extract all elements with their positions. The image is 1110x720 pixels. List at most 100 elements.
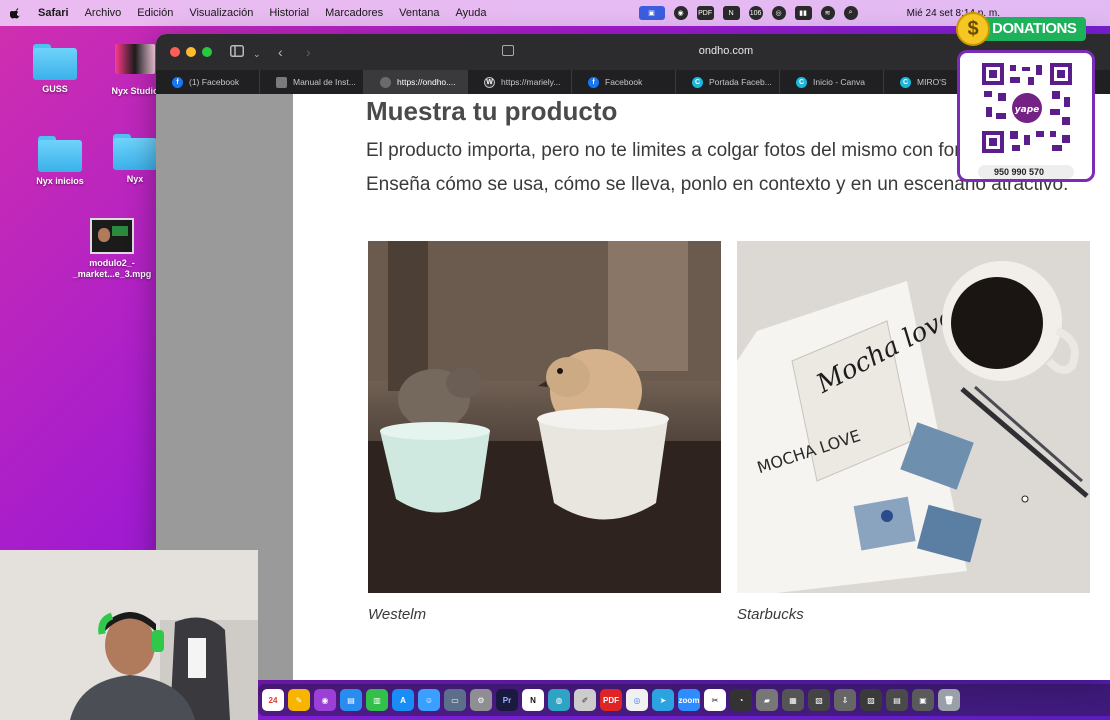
menu-archivo[interactable]: Archivo [85, 7, 122, 19]
menu-bar: Safari Archivo Edición Visualización His… [0, 0, 1110, 26]
image-file-icon [115, 44, 155, 74]
tab-label: Inicio - Canva [813, 77, 865, 87]
donations-banner: DONATIONS $ [956, 12, 1086, 46]
desktop-icon-label: modulo2_-_market...e_3.mpg [72, 258, 152, 279]
dock-zoom-icon[interactable]: zoom [678, 689, 700, 711]
tab-facebook-1[interactable]: f (1) Facebook [156, 70, 260, 94]
pdf-status-icon[interactable]: PDF [696, 6, 714, 20]
close-window-button[interactable] [170, 47, 180, 57]
video-thumbnail-icon [90, 218, 134, 254]
dock-textedit-icon[interactable]: ✐ [574, 689, 596, 711]
dock-notion-icon[interactable]: N [522, 689, 544, 711]
tab-label: Portada Faceb... [709, 77, 772, 87]
screen-recording-icon[interactable]: ▣ [638, 6, 665, 20]
notification-badge[interactable]: 106 [748, 6, 763, 20]
tab-manual[interactable]: Manual de Inst... [260, 70, 364, 94]
back-button-chevron-left-icon[interactable]: ‹ [278, 43, 283, 61]
dock-app-store-icon[interactable]: A [392, 689, 414, 711]
menu-ventana[interactable]: Ventana [399, 7, 439, 19]
zoom-window-button[interactable] [202, 47, 212, 57]
tab-label: Facebook [605, 77, 643, 87]
menu-ayuda[interactable]: Ayuda [456, 7, 487, 19]
article-heading: Muestra tu producto [366, 96, 618, 126]
tab-label: MIRO'S [917, 77, 947, 87]
dock-browser-icon[interactable]: ◍ [548, 689, 570, 711]
menu-historial[interactable]: Historial [269, 7, 309, 19]
facebook-icon: f [172, 76, 183, 88]
yape-logo-text: yape [1015, 105, 1040, 115]
desktop-folder-guss[interactable]: GUSS [10, 44, 100, 95]
tab-label: Manual de Inst... [293, 77, 356, 87]
wordpress-icon: W [484, 76, 495, 88]
dock-numbers-icon[interactable]: ▥ [366, 689, 388, 711]
notion-status-icon[interactable]: N [722, 6, 740, 20]
menu-app-safari[interactable]: Safari [38, 7, 69, 19]
webcam-overlay [0, 550, 258, 720]
canva-icon: C [900, 76, 911, 88]
product-photo-starbucks: Mocha love MOCHA LOVE [737, 241, 1090, 593]
battery-icon[interactable]: ▮▮ [794, 6, 812, 20]
qr-code-icon: yape [982, 63, 1072, 153]
dock: 24 ✎ ◉ ▤ ▥ A ☺ ▭ ⚙ Pr N ◍ ✐ PDF ◎ ➤ zoom… [258, 684, 1110, 716]
status-area: ▣ ◉ PDF N 106 ◎ ▮▮ ≋ ⌕ Mié 24 set 8:14 p… [638, 0, 1000, 26]
canva-icon: C [692, 76, 703, 88]
dock-settings-gear-icon[interactable]: ⚙ [470, 689, 492, 711]
tab-facebook-2[interactable]: f Facebook [572, 70, 676, 94]
dock-preview-icon[interactable]: ▭ [444, 689, 466, 711]
site-icon [380, 76, 391, 88]
desktop-file-video[interactable]: modulo2_-_market...e_3.mpg [67, 218, 157, 280]
tab-label: https://ondho.... [397, 77, 456, 87]
dock-download-icon[interactable]: ⇩ [834, 689, 856, 711]
minimize-window-button[interactable] [186, 47, 196, 57]
facebook-icon: f [588, 76, 599, 88]
tab-ondho-active[interactable]: https://ondho.... [364, 70, 468, 94]
tab-inicio-canva[interactable]: C Inicio - Canva [780, 70, 884, 94]
tab-group-chevron-down-icon[interactable]: ⌄ [253, 45, 261, 63]
tab-portada-facebook[interactable]: C Portada Faceb... [676, 70, 780, 94]
dock-chrome-icon[interactable]: ◎ [626, 689, 648, 711]
sidebar-toggle-icon[interactable] [230, 45, 244, 57]
airdrop-icon[interactable]: ◎ [771, 6, 786, 20]
menu-edicion[interactable]: Edición [137, 7, 173, 19]
desktop-icon-label: GUSS [42, 84, 68, 94]
forward-button-chevron-right-icon[interactable]: › [306, 43, 311, 61]
dock-files-icon[interactable]: ▦ [782, 689, 804, 711]
tab-mariely[interactable]: W https://mariely... [468, 70, 572, 94]
dock-premiere-icon[interactable]: Pr [496, 689, 518, 711]
dock-activity-monitor-icon[interactable]: ◔ [730, 689, 752, 711]
menu-visualizacion[interactable]: Visualización [189, 7, 253, 19]
chicks-in-bowls-image [368, 241, 721, 593]
wifi-icon[interactable]: ≋ [820, 6, 835, 20]
dock-notes-pencil-icon[interactable]: ✎ [288, 689, 310, 711]
photo-caption-starbucks: Starbucks [737, 606, 804, 623]
dock-window-icon[interactable]: ▣ [912, 689, 934, 711]
dock-keynote-icon[interactable]: ▤ [340, 689, 362, 711]
apple-menu-icon[interactable] [10, 7, 22, 19]
meet-icon[interactable]: ◉ [673, 6, 688, 20]
reader-page-icon[interactable] [502, 45, 514, 56]
notebook-coffee-image: Mocha love MOCHA LOVE [737, 241, 1090, 593]
dock-calendar-icon[interactable]: 24 [262, 689, 284, 711]
folder-icon [33, 44, 77, 80]
address-bar[interactable]: ondho.com [636, 45, 816, 57]
dock-telegram-icon[interactable]: ➤ [652, 689, 674, 711]
dock-document-icon[interactable]: ▤ [886, 689, 908, 711]
dock-screenshot-icon[interactable]: ▨ [860, 689, 882, 711]
spotlight-search-icon[interactable]: ⌕ [843, 6, 858, 20]
folder-icon [113, 134, 157, 170]
dock-podcasts-icon[interactable]: ◉ [314, 689, 336, 711]
dock-trash-icon[interactable]: 🗑 [938, 689, 960, 711]
photo-caption-westelm: Westelm [368, 606, 427, 623]
menu-marcadores[interactable]: Marcadores [325, 7, 383, 19]
dock-pdf-icon[interactable]: PDF [600, 689, 622, 711]
tab-label: (1) Facebook [189, 77, 240, 87]
product-photo-westelm [368, 241, 721, 593]
folder-icon [38, 136, 82, 172]
dock-capcut-icon[interactable]: ✂ [704, 689, 726, 711]
tab-label: https://mariely... [501, 77, 561, 87]
dock-folder-icon[interactable]: ▰ [756, 689, 778, 711]
payment-phone-number: 950 990 570 [978, 165, 1074, 179]
dock-finder-icon[interactable]: ☺ [418, 689, 440, 711]
dock-stack-icon[interactable]: ▧ [808, 689, 830, 711]
qr-payment-card: yape 950 990 570 [957, 50, 1095, 182]
